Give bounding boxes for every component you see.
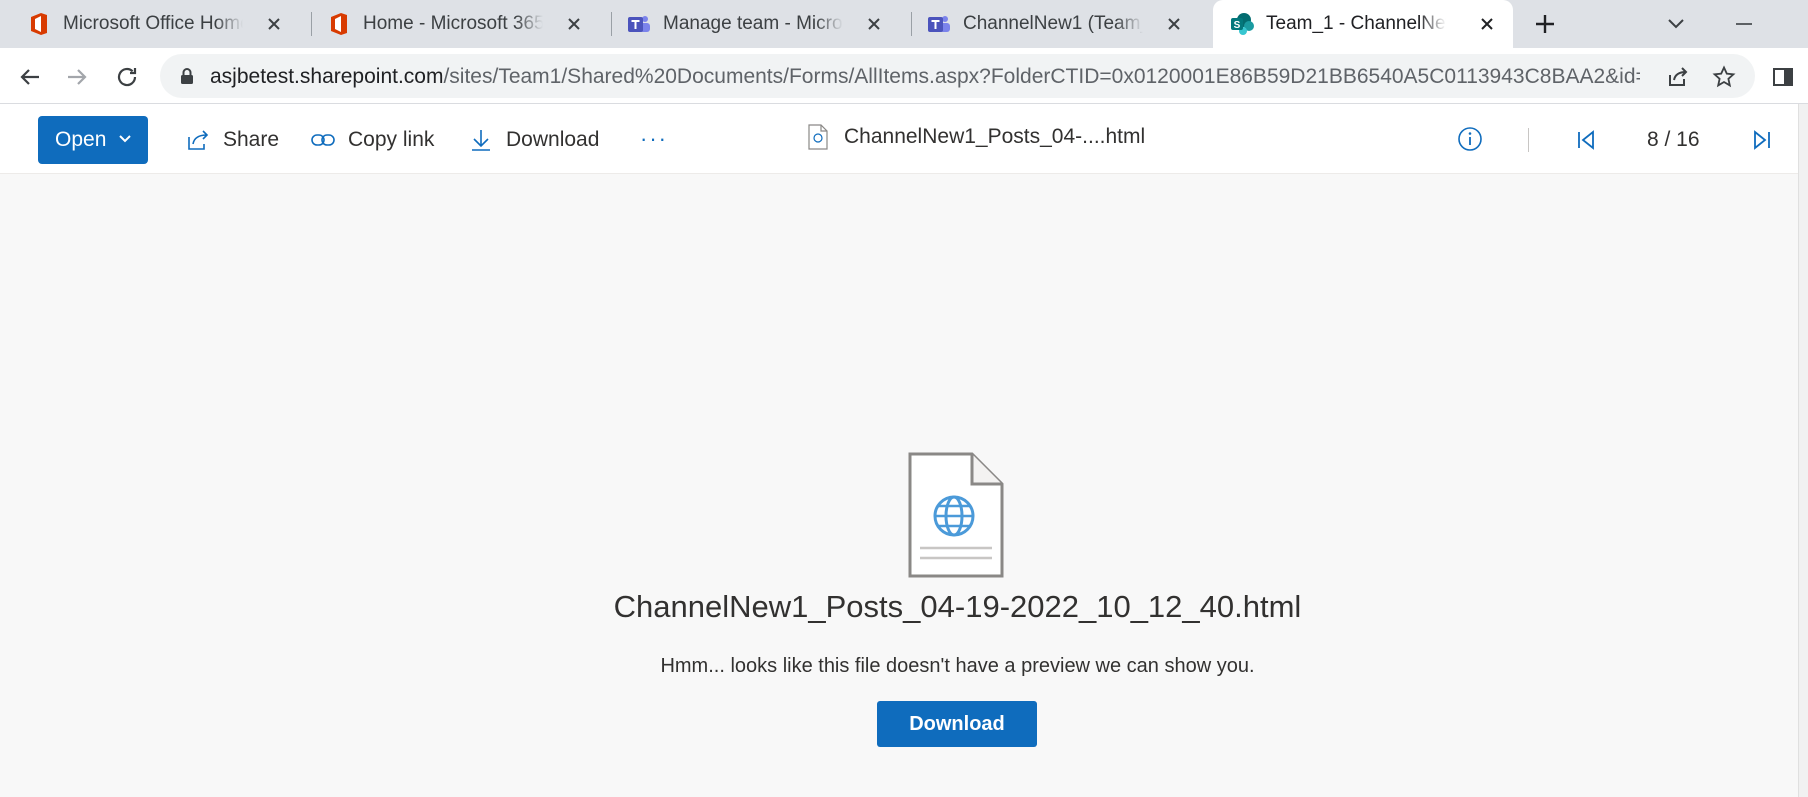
- new-tab-button[interactable]: [1531, 10, 1559, 38]
- close-icon[interactable]: [862, 12, 886, 36]
- reload-button[interactable]: [110, 60, 144, 94]
- copy-link-button[interactable]: Copy link: [310, 124, 434, 156]
- last-page-icon[interactable]: [1750, 128, 1774, 152]
- chevron-down-icon: [1668, 19, 1684, 29]
- browser-tab-office-home[interactable]: Microsoft Office Home: [0, 0, 300, 48]
- back-button[interactable]: [13, 60, 47, 94]
- browser-tab-365-admin[interactable]: Home - Microsoft 365 admin: [300, 0, 600, 48]
- download-icon: [468, 127, 494, 153]
- download-button[interactable]: Download: [468, 124, 599, 156]
- file-name-title: ChannelNew1_Posts_04-19-2022_10_12_40.ht…: [613, 589, 1302, 624]
- link-icon: [310, 127, 336, 153]
- info-icon[interactable]: [1457, 126, 1483, 152]
- arrow-right-icon: [68, 69, 87, 85]
- side-panel-button[interactable]: [1768, 60, 1798, 94]
- browser-tab-team1-active[interactable]: S Team_1 - ChannelNew1_Posts: [1213, 0, 1513, 48]
- first-page-icon[interactable]: [1574, 128, 1598, 152]
- viewer-command-bar: Open Share Copy link Download ··· Channe…: [0, 104, 1798, 174]
- tab-title: Microsoft Office Home: [63, 13, 243, 34]
- minimize-button[interactable]: [1730, 10, 1758, 38]
- address-bar[interactable]: asjbetest.sharepoint.com/sites/Team1/Sha…: [160, 54, 1755, 98]
- teams-icon: [628, 16, 650, 32]
- no-preview-message: Hmm... looks like this file doesn't have…: [660, 655, 1255, 677]
- browser-toolbar: asjbetest.sharepoint.com/sites/Team1/Sha…: [0, 48, 1808, 104]
- reload-icon: [117, 67, 137, 87]
- preview-area: ChannelNew1_Posts_04-19-2022_10_12_40.ht…: [0, 175, 1798, 797]
- download-label: Download: [506, 128, 600, 151]
- browser-tab-manage-team[interactable]: Manage team - Microsoft Teams: [600, 0, 900, 48]
- file-name-short: ChannelNew1_Posts_04-....html: [844, 125, 1146, 148]
- browser-tab-channelnew1[interactable]: ChannelNew1 (Team_1) | Microsoft Teams: [900, 0, 1200, 48]
- plus-icon: [1536, 15, 1554, 33]
- url-text[interactable]: asjbetest.sharepoint.com/sites/Team1/Sha…: [210, 65, 1640, 89]
- arrow-left-icon: [20, 69, 39, 85]
- close-icon[interactable]: [1475, 12, 1499, 36]
- tab-title: ChannelNew1 (Team_1) | Microsoft Teams: [963, 13, 1143, 34]
- copy-link-label: Copy link: [348, 128, 435, 151]
- tab-title: Home - Microsoft 365 admin: [363, 13, 543, 34]
- close-icon[interactable]: [562, 12, 586, 36]
- share-button[interactable]: Share: [185, 124, 279, 156]
- svg-text:S: S: [1234, 20, 1241, 31]
- tab-title: Team_1 - ChannelNew1_Posts: [1266, 13, 1446, 34]
- teams-icon: [928, 16, 950, 32]
- share-label: Share: [223, 128, 280, 151]
- close-icon[interactable]: [262, 12, 286, 36]
- file-header: ChannelNew1_Posts_04-....html: [808, 124, 1145, 150]
- tab-search-button[interactable]: [1662, 10, 1690, 38]
- chevron-down-icon: [119, 135, 131, 143]
- close-icon[interactable]: [1162, 12, 1186, 36]
- open-button-label: Open: [55, 128, 107, 151]
- more-options-button[interactable]: ···: [640, 126, 668, 152]
- open-button[interactable]: Open: [38, 116, 148, 164]
- star-icon[interactable]: [1711, 64, 1737, 90]
- page-scrollbar[interactable]: [1798, 104, 1808, 797]
- office-icon: [331, 13, 347, 35]
- url-path: /sites/Team1/Shared%20Documents/Forms/Al…: [443, 65, 1640, 88]
- download-file-button[interactable]: Download: [877, 701, 1037, 747]
- side-panel-icon: [1773, 68, 1793, 86]
- share-page-icon[interactable]: [1665, 64, 1691, 90]
- url-host: asjbetest.sharepoint.com: [210, 65, 444, 88]
- forward-button[interactable]: [60, 60, 94, 94]
- page-counter: 8 / 16: [1647, 128, 1700, 151]
- minimize-icon: [1736, 23, 1752, 25]
- html-file-icon: [808, 124, 828, 150]
- browser-tab-strip: Microsoft Office Home Home - Microsoft 3…: [0, 0, 1808, 48]
- web-file-icon: [908, 452, 1004, 578]
- divider: [1528, 128, 1529, 152]
- lock-icon[interactable]: [178, 67, 196, 85]
- sharepoint-icon: S: [1231, 13, 1254, 35]
- office-icon: [31, 13, 47, 35]
- share-icon: [185, 127, 211, 153]
- tab-title: Manage team - Microsoft Teams: [663, 13, 843, 34]
